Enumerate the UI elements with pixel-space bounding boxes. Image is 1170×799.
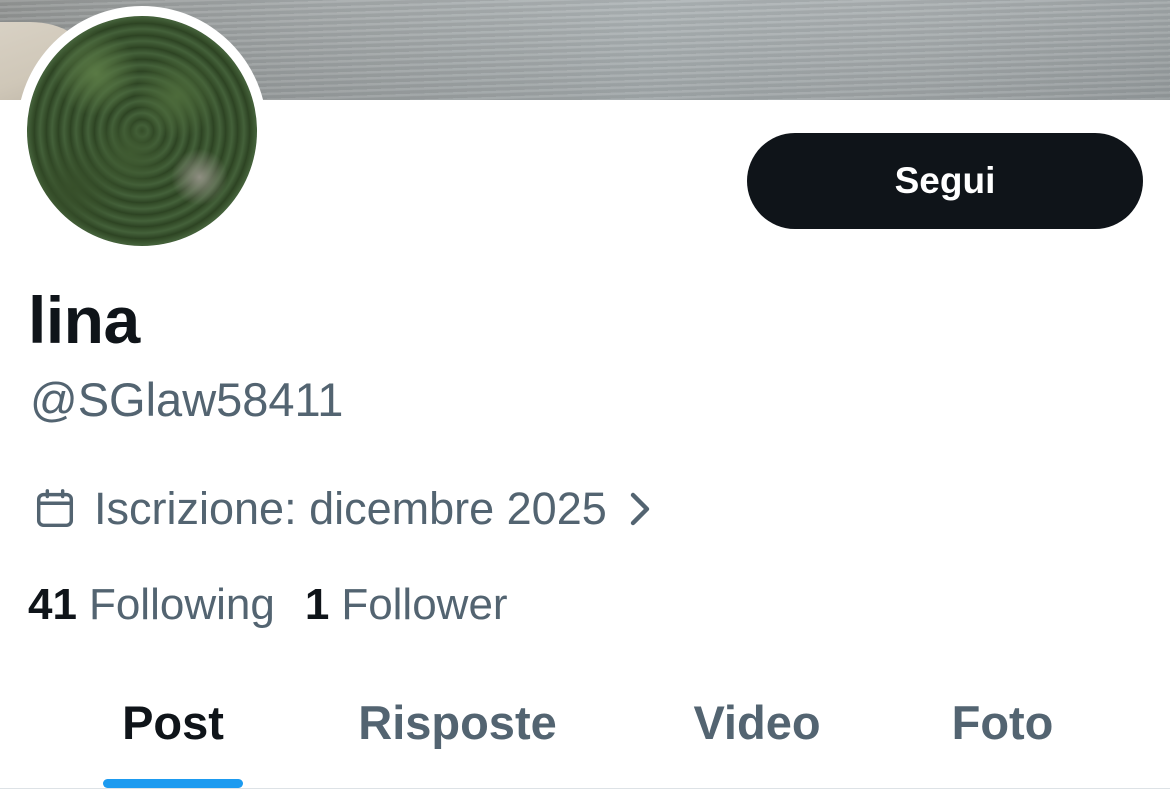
followers-count: 1 <box>304 580 330 629</box>
followers-stat[interactable]: 1 Follower <box>305 580 508 630</box>
follow-button[interactable]: Segui <box>747 133 1143 229</box>
tab-risposte[interactable]: Risposte <box>330 680 585 764</box>
following-label: Following <box>88 580 275 629</box>
display-name: lina <box>28 283 140 357</box>
joined-date-row[interactable]: Iscrizione: dicembre 2025 <box>30 478 653 540</box>
chevron-right-icon <box>625 489 653 529</box>
profile-stats: 41 Following 1 Follower <box>28 574 538 636</box>
calendar-icon <box>30 484 80 534</box>
joined-date-text: Iscrizione: dicembre 2025 <box>94 483 607 534</box>
profile-tabs: Post Risposte Video Foto <box>0 680 1170 788</box>
tab-foto[interactable]: Foto <box>930 680 1075 764</box>
avatar-ring <box>17 6 267 256</box>
followers-label: Follower <box>341 580 508 629</box>
avatar[interactable] <box>27 16 257 246</box>
user-handle: @SGlaw58411 <box>30 373 344 426</box>
tab-post[interactable]: Post <box>103 680 243 764</box>
tabs-divider <box>0 788 1170 789</box>
tab-video[interactable]: Video <box>672 680 842 764</box>
active-tab-indicator <box>103 779 243 788</box>
following-count: 41 <box>28 580 77 629</box>
following-stat[interactable]: 41 Following <box>28 580 275 630</box>
